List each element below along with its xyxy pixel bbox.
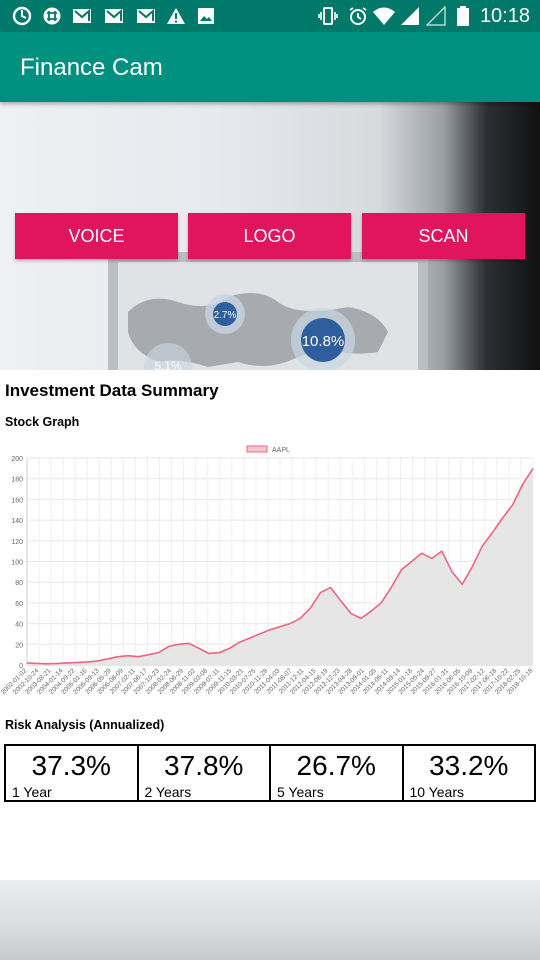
stock-graph-label: Stock Graph <box>5 415 80 429</box>
battery-icon <box>457 6 469 26</box>
risk-value: 37.3% <box>31 750 111 781</box>
status-bar: 10:18 <box>0 0 540 32</box>
status-time: 10:18 <box>479 5 530 27</box>
risk-period: 10 Years <box>409 784 465 800</box>
risk-period: 5 Years <box>277 784 324 800</box>
risk-cell: 33.2% 10 Years <box>404 746 535 800</box>
sync-icon <box>12 6 32 26</box>
voice-button[interactable]: VOICE <box>15 213 178 259</box>
risk-value: 33.2% <box>429 750 509 781</box>
scan-button[interactable]: SCAN <box>362 213 525 259</box>
vibrate-icon <box>318 7 338 25</box>
alarm-icon <box>349 7 367 25</box>
risk-cell: 37.8% 2 Years <box>139 746 271 800</box>
cell-signal-icon <box>401 7 419 25</box>
legend-label: AAPL <box>272 447 290 454</box>
y-tick-label: 60 <box>15 601 23 608</box>
image-icon <box>198 8 214 24</box>
risk-period: 2 Years <box>144 784 192 800</box>
stock-graph: 0204060801001201401601802002002-01-02200… <box>0 445 535 696</box>
laptop-screen: 2.7% 10.8% 5.1% <box>108 252 428 370</box>
map-bubble-large: 10.8% <box>302 333 345 350</box>
y-tick-label: 200 <box>11 456 23 463</box>
y-tick-label: 40 <box>15 622 23 629</box>
risk-cell: 37.3% 1 Year <box>6 746 139 800</box>
risk-analysis-label: Risk Analysis (Annualized) <box>5 718 165 732</box>
logo-button[interactable]: LOGO <box>188 213 351 259</box>
footer-background-image <box>0 880 540 960</box>
y-tick-label: 20 <box>15 642 23 649</box>
y-tick-label: 180 <box>11 477 23 484</box>
risk-period: 1 Year <box>12 784 52 800</box>
summary-title: Investment Data Summary <box>5 381 219 400</box>
wifi-icon <box>373 7 395 25</box>
risk-cell: 26.7% 5 Years <box>271 746 404 800</box>
warning-icon <box>167 8 185 24</box>
y-tick-label: 120 <box>11 539 23 546</box>
slack-icon <box>43 7 61 25</box>
y-tick-label: 140 <box>11 518 23 525</box>
y-tick-label: 100 <box>11 560 23 567</box>
legend-swatch <box>246 445 268 453</box>
app-title: Finance Cam <box>20 54 163 81</box>
gmail-icon <box>73 8 91 23</box>
risk-table: 37.3% 1 Year 37.8% 2 Years 26.7% 5 Years… <box>4 744 536 802</box>
world-map: 2.7% 10.8% 5.1% <box>128 293 388 370</box>
y-tick-label: 80 <box>15 580 23 587</box>
y-tick-label: 160 <box>11 497 23 504</box>
gmail-icon <box>137 8 155 23</box>
cell-signal-empty-icon <box>426 6 446 26</box>
map-bubble-small: 2.7% <box>214 310 237 321</box>
risk-value: 26.7% <box>296 750 376 781</box>
gmail-icon <box>105 8 123 23</box>
risk-value: 37.8% <box>164 750 244 781</box>
app-bar: Finance Cam <box>0 32 540 102</box>
map-bubble-partial: 5.1% <box>154 359 182 370</box>
